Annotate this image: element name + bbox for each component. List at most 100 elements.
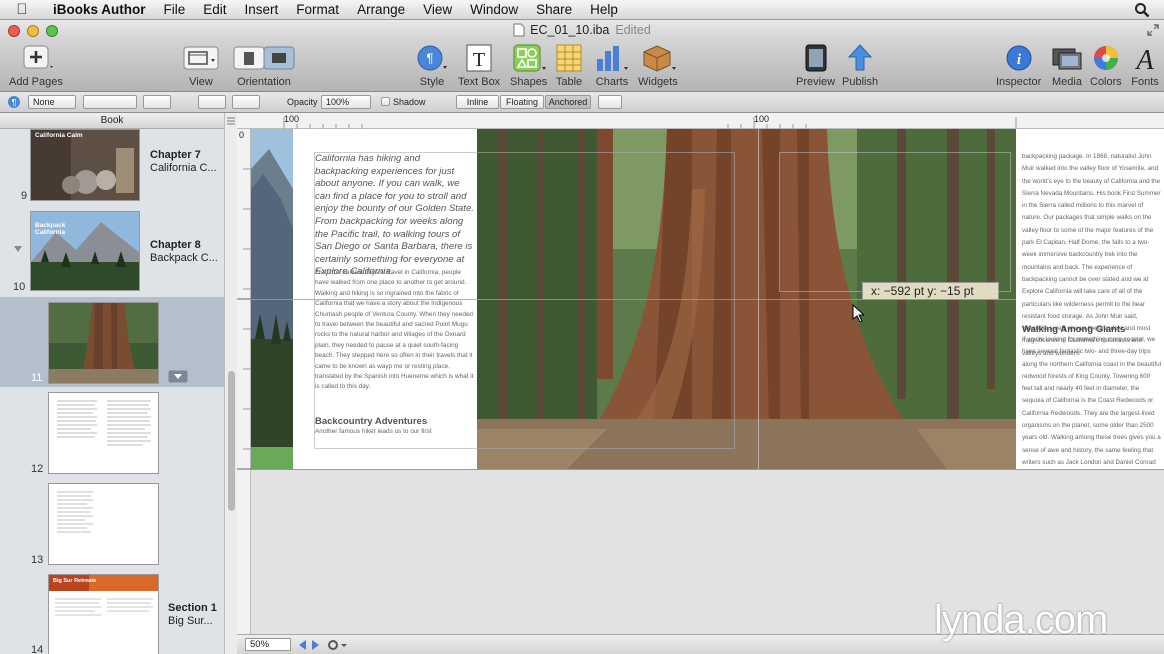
sidebar-scrollbar[interactable] (224, 113, 237, 654)
shapes-button[interactable]: Shapes (510, 43, 547, 88)
chapter-8-entry[interactable]: Chapter 8 Backpack C... (150, 239, 218, 265)
right-book-page[interactable]: backpacking package. In 1868, naturalist… (1016, 129, 1164, 469)
preview-icon (805, 44, 827, 72)
minimize-window-button[interactable] (27, 25, 39, 37)
media-icon (1052, 48, 1082, 70)
colors-button[interactable]: Colors (1090, 43, 1122, 88)
widgets-button[interactable]: Widgets (638, 43, 678, 88)
preview-label: Preview (796, 76, 836, 88)
chapter-7-title: Chapter 7 (150, 149, 201, 161)
menu-format[interactable]: Format (287, 2, 348, 17)
stroke-select[interactable] (83, 95, 137, 109)
colors-icon (1093, 46, 1118, 70)
page-number-14: 14 (31, 644, 44, 654)
menu-window[interactable]: Window (461, 2, 527, 17)
chapter-7-cover-image (31, 130, 139, 200)
thumb-title-10: Backpack California (35, 222, 66, 236)
text-page-thumbnail-12 (57, 400, 151, 446)
page-thumbnail-11[interactable] (48, 302, 159, 384)
opacity-field[interactable]: 100% (321, 95, 371, 109)
view-label: View (189, 76, 213, 88)
line-style-button[interactable] (198, 95, 226, 109)
svg-text:¶: ¶ (427, 51, 434, 66)
disclosure-triangle-icon[interactable] (13, 245, 23, 253)
menu-edit[interactable]: Edit (194, 2, 235, 17)
colors-label: Colors (1090, 76, 1122, 88)
apple-menu-icon[interactable]:  (0, 1, 44, 18)
table-icon (556, 44, 582, 72)
publish-button[interactable]: Publish (842, 43, 878, 88)
paragraph-style-icon[interactable]: ¶ (7, 95, 21, 109)
publish-icon (847, 44, 873, 71)
image-frame-outline (779, 152, 1011, 292)
shapes-icon (513, 44, 546, 72)
text-box-button[interactable]: T Text Box (458, 43, 500, 88)
page-thumbnail-14[interactable]: Big Sur Retreats (48, 574, 159, 654)
add-pages-button[interactable]: Add Pages (9, 43, 63, 88)
page-canvas[interactable]: California has hiking and backpacking ex… (251, 129, 1164, 634)
close-window-button[interactable] (8, 25, 20, 37)
menu-help[interactable]: Help (581, 2, 627, 17)
charts-button[interactable]: Charts (594, 43, 630, 88)
menu-share[interactable]: Share (527, 2, 581, 17)
inspector-button[interactable]: i Inspector (996, 43, 1041, 88)
lynda-watermark: lynda.com (934, 598, 1108, 642)
wrap-options-button[interactable] (598, 95, 622, 109)
media-button[interactable]: Media (1051, 43, 1083, 88)
page-thumbnail-10[interactable]: Backpack California (30, 211, 140, 291)
spotlight-search-icon[interactable] (1134, 2, 1150, 18)
right-body-paragraph-2[interactable]: If you're looking for something more coa… (1022, 334, 1162, 469)
page-thumbnail-12[interactable] (48, 392, 159, 474)
menu-insert[interactable]: Insert (236, 2, 288, 17)
wrap-inline-button[interactable]: Inline (456, 95, 499, 109)
opacity-label: Opacity (287, 97, 318, 107)
chapter-8-subtitle: Backpack C... (150, 252, 218, 264)
toolbar: Add Pages View Orientation ¶ Style T Tex… (0, 40, 1164, 92)
fullscreen-icon[interactable] (1147, 24, 1159, 36)
table-button[interactable]: Table (555, 43, 583, 88)
page-thumbnail-13[interactable] (48, 483, 159, 565)
wrap-anchored-button[interactable]: Anchored (545, 95, 591, 109)
menu-view[interactable]: View (414, 2, 461, 17)
page-thumbnail-9[interactable]: California Calm (30, 129, 140, 201)
format-bar: ¶ None Opacity 100% Shadow Inline Floati… (0, 92, 1164, 113)
menu-arrange[interactable]: Arrange (348, 2, 414, 17)
fonts-button[interactable]: A Fonts (1131, 43, 1159, 88)
page-number-9: 9 (21, 190, 28, 202)
preview-button[interactable]: Preview (796, 43, 835, 88)
border-button[interactable] (232, 95, 260, 109)
sidebar-scroll-thumb[interactable] (228, 371, 235, 511)
page-nav-controls (299, 640, 347, 650)
zoom-window-button[interactable] (46, 25, 58, 37)
add-pages-label: Add Pages (9, 76, 63, 88)
chapter-7-entry[interactable]: Chapter 7 California C... (150, 149, 217, 175)
page-menu-icon[interactable] (168, 370, 188, 383)
window-title: EC_01_10.iba (530, 23, 610, 37)
orientation-label: Orientation (237, 76, 291, 88)
vertical-ruler[interactable]: 0 (237, 129, 251, 634)
position-tooltip: x: −592 pt y: −15 pt (862, 282, 999, 300)
page-number-10: 10 (13, 281, 26, 293)
charts-label: Charts (595, 76, 629, 88)
horizontal-ruler-ticks (283, 117, 1017, 129)
orientation-control[interactable]: Orientation (233, 43, 295, 88)
horizontal-ruler[interactable]: 100 100 (237, 113, 1164, 129)
thumb-title-9: California Calm (35, 132, 83, 139)
zoom-select[interactable]: 50% (245, 638, 291, 651)
section-1-title: Section 1 (168, 602, 217, 614)
wrap-floating-button[interactable]: Floating (500, 95, 544, 109)
charts-icon (597, 46, 628, 71)
view-button[interactable]: View (183, 43, 219, 88)
chapter-8-title: Chapter 8 (150, 239, 201, 251)
shadow-label: Shadow (393, 97, 426, 107)
menu-app-name[interactable]: iBooks Author (44, 2, 155, 17)
shadow-checkbox[interactable] (381, 97, 390, 106)
style-button[interactable]: ¶ Style (415, 43, 449, 88)
section-1-entry[interactable]: Section 1 Big Sur... (168, 602, 217, 628)
fill-select[interactable]: None (28, 95, 76, 109)
line-width-field[interactable] (143, 95, 171, 109)
book-sidebar: Book California Calm 9 Chapter 7 Californ… (0, 113, 224, 654)
page-bottom-edge (251, 469, 1164, 470)
inspector-label: Inspector (996, 76, 1042, 88)
menu-file[interactable]: File (155, 2, 195, 17)
